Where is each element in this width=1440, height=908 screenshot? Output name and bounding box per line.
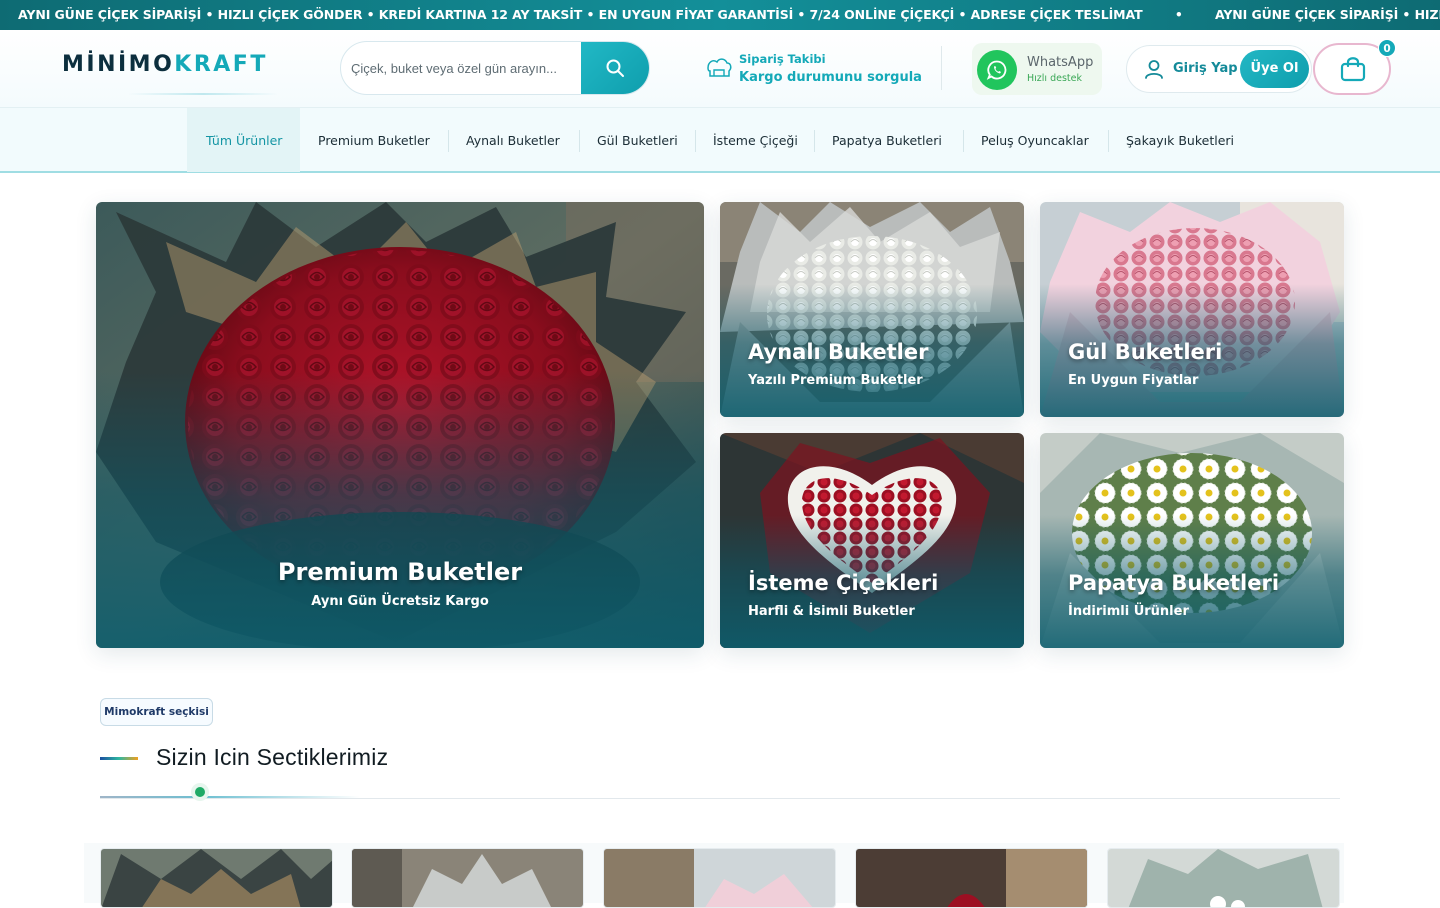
nav-item-premium-bouquets[interactable]: Premium Buketler [318, 108, 430, 172]
hero-tile-mirrored[interactable]: Aynalı Buketler Yazılı Premium Buketler [720, 202, 1024, 417]
hero-title-roses: Gül Buketleri [1068, 340, 1223, 364]
cart-count-badge: 0 [1378, 39, 1396, 57]
search-button[interactable] [581, 42, 649, 94]
tracking-link-text: Kargo durumunu sorgula [739, 70, 922, 85]
nav-item-proposal-flowers[interactable]: İsteme Çiçeği [713, 108, 798, 172]
section-title: Sizin Icin Sectiklerimiz [156, 744, 389, 770]
order-tracking-link[interactable]: Sipariş Takibi Kargo durumunu sorgula [704, 50, 924, 90]
hero-subtitle-proposal: Harfli & İsimli Buketler [748, 604, 915, 619]
login-button[interactable]: Giriş Yap [1173, 61, 1238, 76]
hero-subtitle-roses: En Uygun Fiyatlar [1068, 373, 1199, 388]
ticker-separator: • [1174, 7, 1183, 22]
hero-subtitle-premium: Aynı Gün Ücretsiz Kargo [311, 594, 489, 609]
hero-title-daisy: Papatya Buketleri [1068, 571, 1280, 595]
header-divider [941, 46, 942, 90]
section-divider-highlight [100, 796, 360, 798]
product-card[interactable] [1107, 848, 1340, 908]
nav-divider [695, 130, 696, 152]
hero-title-premium: Premium Buketler [277, 558, 523, 586]
logo-suffix: KRAFT [174, 52, 268, 77]
nav-item-rose-bouquets[interactable]: Gül Buketleri [597, 108, 678, 172]
hero-tile-daisy[interactable]: Papatya Buketleri İndirimli Ürünler [1040, 433, 1344, 648]
logo-underline [128, 93, 278, 95]
nav-divider [814, 130, 815, 152]
user-icon [1145, 60, 1163, 79]
delivery-box-icon [707, 58, 732, 77]
nav-item-all-products[interactable]: Tüm Ürünler [187, 108, 300, 172]
nav-divider [579, 130, 580, 152]
ticker-text-repeat: AYNI GÜNE ÇİÇEK SİPARİŞİ • HIZLI ÇİÇEK G… [1214, 7, 1440, 22]
nav-divider [1108, 130, 1109, 152]
site-logo[interactable]: MİNİMOKRAFT [62, 52, 268, 77]
section-title-accent [100, 757, 138, 760]
search-bar [340, 41, 650, 95]
section-divider [100, 798, 1340, 799]
shopping-bag-icon [1340, 57, 1366, 82]
ticker-text: AYNI GÜNE ÇİÇEK SİPARİŞİ • HIZLI ÇİÇEK G… [18, 7, 1143, 22]
hero-tile-proposal[interactable]: İsteme Çiçekleri Harfli & İsimli Buketle… [720, 433, 1024, 648]
whatsapp-sublabel: Hızlı destek [1027, 73, 1082, 84]
nav-item-peony-bouquets[interactable]: Şakayık Buketleri [1126, 108, 1234, 172]
product-image [604, 849, 835, 907]
logo-prefix: MİNİMO [62, 52, 175, 77]
product-image [352, 849, 583, 907]
product-image [1108, 849, 1339, 907]
search-input[interactable] [341, 42, 581, 94]
product-card[interactable] [100, 848, 333, 908]
hero-subtitle-daisy: İndirimli Ürünler [1068, 604, 1189, 619]
whatsapp-support-button[interactable]: WhatsApp Hızlı destek [972, 43, 1102, 95]
product-image [101, 849, 332, 907]
announcement-ticker: AYNI GÜNE ÇİÇEK SİPARİŞİ • HIZLI ÇİÇEK G… [0, 0, 1440, 30]
whatsapp-icon [977, 50, 1017, 90]
product-card[interactable] [603, 848, 836, 908]
search-icon [606, 59, 624, 77]
section-badge: Mimokraft seçkisi [100, 698, 213, 726]
ticker-track: AYNI GÜNE ÇİÇEK SİPARİŞİ • HIZLI ÇİÇEK G… [18, 0, 1440, 30]
auth-group: Giriş Yap Üye Ol [1126, 45, 1312, 93]
site-header: MİNİMOKRAFT Sipariş Takibi Kargo durumun… [0, 30, 1440, 108]
nav-item-plush-toys[interactable]: Peluş Oyuncaklar [981, 108, 1089, 172]
nav-item-daisy-bouquets[interactable]: Papatya Buketleri [832, 108, 942, 172]
nav-divider [963, 130, 964, 152]
nav-item-mirrored-bouquets[interactable]: Aynalı Buketler [466, 108, 560, 172]
product-image [856, 849, 1087, 907]
section-indicator-dot [195, 787, 205, 797]
hero-title-proposal: İsteme Çiçekleri [748, 571, 939, 595]
product-card[interactable] [855, 848, 1088, 908]
hero-tile-roses[interactable]: Gül Buketleri En Uygun Fiyatlar [1040, 202, 1344, 417]
whatsapp-label: WhatsApp [1027, 55, 1094, 70]
hero-tile-premium[interactable]: Premium Buketler Aynı Gün Ücretsiz Kargo [96, 202, 704, 648]
tracking-label: Sipariş Takibi [739, 52, 826, 66]
signup-button[interactable]: Üye Ol [1240, 50, 1309, 88]
category-nav: Tüm Ürünler Premium Buketler Aynalı Buke… [0, 108, 1440, 173]
hero-title-mirrored: Aynalı Buketler [748, 340, 929, 364]
hero-subtitle-mirrored: Yazılı Premium Buketler [748, 373, 923, 388]
product-card[interactable] [351, 848, 584, 908]
nav-divider [448, 130, 449, 152]
